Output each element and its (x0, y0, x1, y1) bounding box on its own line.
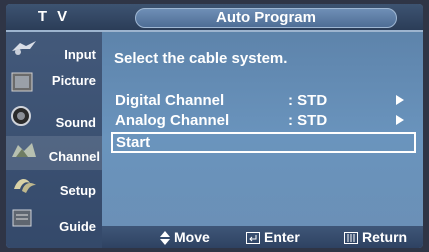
sidebar-item-picture[interactable]: Picture (6, 68, 102, 102)
sidebar-item-label: Sound (55, 115, 96, 130)
move-hint: Move (160, 229, 210, 246)
picture-icon (10, 71, 38, 93)
sidebar-item-label: Input (64, 47, 96, 62)
option-start[interactable]: Start (111, 132, 416, 153)
main-content: Select the cable system. Digital Channel… (102, 32, 423, 226)
sidebar: Input Picture Sound Channel Setup Guide (6, 32, 102, 248)
enter-icon (246, 232, 260, 245)
option-label: Analog Channel (115, 112, 230, 129)
option-analog-channel[interactable]: Analog Channel : STD (111, 112, 412, 130)
setup-icon (10, 173, 38, 195)
sidebar-item-label: Guide (59, 219, 96, 234)
instruction-text: Select the cable system. (114, 50, 288, 67)
option-value: : STD (288, 112, 328, 129)
option-label: Digital Channel (115, 92, 225, 109)
sidebar-item-label: Picture (51, 73, 96, 88)
guide-icon (10, 207, 38, 229)
return-icon (344, 232, 358, 245)
up-down-icon (160, 231, 170, 246)
arrow-right-icon (396, 115, 404, 125)
enter-label: Enter (264, 229, 300, 245)
channel-icon (10, 139, 38, 161)
sidebar-item-label: Channel (48, 149, 100, 164)
footer-hints: Move Enter Return (102, 226, 423, 248)
return-hint: Return (344, 229, 407, 245)
sound-icon (10, 105, 38, 127)
sidebar-item-setup[interactable]: Setup (6, 170, 102, 204)
sidebar-item-sound[interactable]: Sound (6, 102, 102, 136)
move-label: Move (174, 229, 210, 245)
input-icon (10, 37, 38, 59)
option-digital-channel[interactable]: Digital Channel : STD (111, 92, 412, 110)
sidebar-item-input[interactable]: Input (6, 34, 102, 68)
sidebar-item-label: Setup (59, 183, 96, 198)
enter-hint: Enter (246, 229, 300, 245)
page-title: Auto Program (135, 8, 397, 28)
sidebar-item-guide[interactable]: Guide (6, 204, 102, 238)
osd-window: T V Auto Program Input Picture Sound Cha… (6, 4, 423, 248)
tv-label: T V (37, 8, 71, 25)
return-label: Return (362, 229, 408, 245)
arrow-right-icon (396, 95, 404, 105)
sidebar-item-channel[interactable]: Channel (6, 136, 102, 170)
header-bar: T V Auto Program (6, 4, 423, 32)
option-value: : STD (288, 92, 328, 109)
option-label: Start (116, 134, 151, 151)
